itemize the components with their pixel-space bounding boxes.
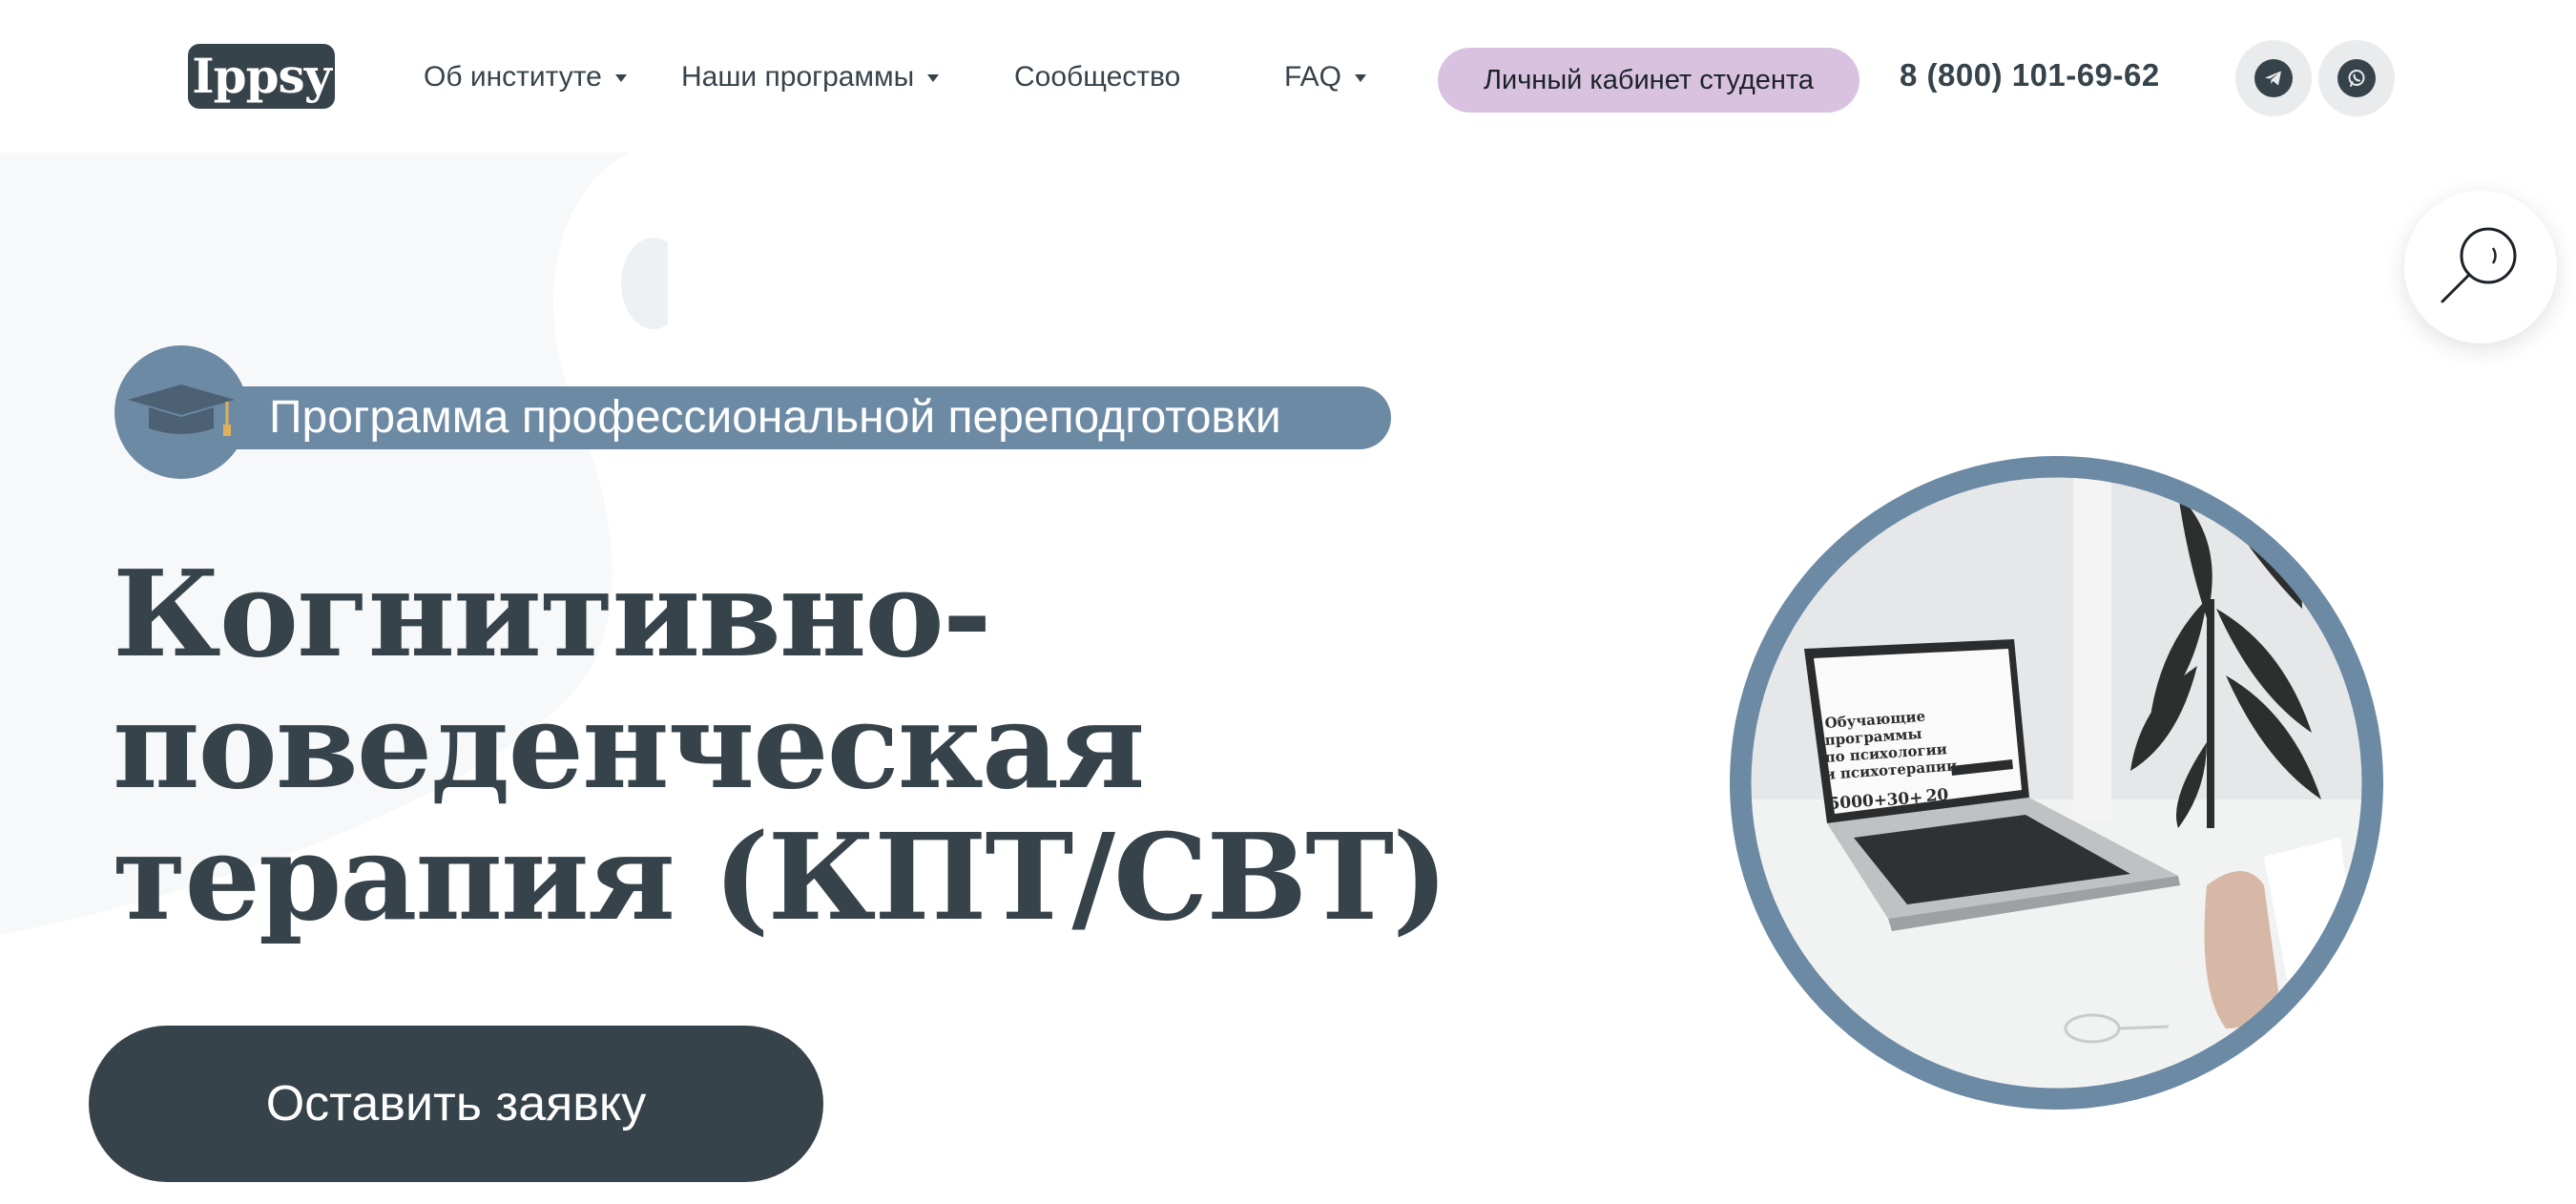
search-button[interactable] bbox=[2404, 191, 2557, 343]
graduation-cap-icon bbox=[128, 384, 235, 436]
whatsapp-icon bbox=[2337, 59, 2376, 97]
program-type-badge: Программа профессиональной переподготовк… bbox=[191, 386, 1391, 449]
telegram-icon bbox=[2254, 59, 2293, 97]
nav-about-label: Об институте bbox=[424, 61, 602, 93]
laptop-stat: 5000+ bbox=[1828, 791, 1888, 814]
ippsy-logo[interactable]: Ippsy bbox=[188, 44, 335, 109]
hero-title: Когнитивно- поведенческая терапия (КПТ/C… bbox=[113, 549, 1544, 944]
whatsapp-button[interactable] bbox=[2318, 40, 2395, 116]
nav-faq[interactable]: FAQ bbox=[1284, 57, 1367, 97]
chevron-down-icon bbox=[1355, 74, 1367, 82]
apply-button[interactable]: Оставить заявку bbox=[89, 1026, 823, 1182]
laptop-stat: 30+ bbox=[1886, 788, 1923, 810]
telegram-button[interactable] bbox=[2235, 40, 2312, 116]
chevron-down-icon bbox=[614, 74, 627, 82]
student-cabinet-button[interactable]: Личный кабинет студента bbox=[1438, 48, 1859, 113]
hero-title-line: терапия (КПТ/CBT) bbox=[113, 808, 1448, 947]
badge-circle bbox=[114, 345, 248, 479]
site-header: Ippsy Об институте Наши программы Сообще… bbox=[0, 0, 2576, 153]
search-icon bbox=[2441, 227, 2517, 303]
nav-community-label: Сообщество bbox=[1014, 61, 1181, 93]
nav-about[interactable]: Об институте bbox=[424, 57, 627, 97]
nav-programs-label: Наши программы bbox=[681, 61, 915, 93]
hero-title-line: Когнитивно- bbox=[113, 545, 992, 684]
phone-number[interactable]: 8 (800) 101-69-62 bbox=[1900, 57, 2160, 101]
hero-photo: Обучающие программы по психологии и псих… bbox=[1730, 456, 2383, 1110]
nav-community[interactable]: Сообщество bbox=[1014, 57, 1180, 97]
hero-title-line: поведенческая bbox=[113, 676, 1145, 816]
laptop-stat: 20 bbox=[1925, 785, 1949, 806]
laptop-photo-illustration: Обучающие программы по психологии и псих… bbox=[1730, 456, 2383, 1110]
nav-faq-label: FAQ bbox=[1284, 61, 1342, 93]
nav-programs[interactable]: Наши программы bbox=[681, 57, 940, 97]
chevron-down-icon bbox=[927, 74, 940, 82]
